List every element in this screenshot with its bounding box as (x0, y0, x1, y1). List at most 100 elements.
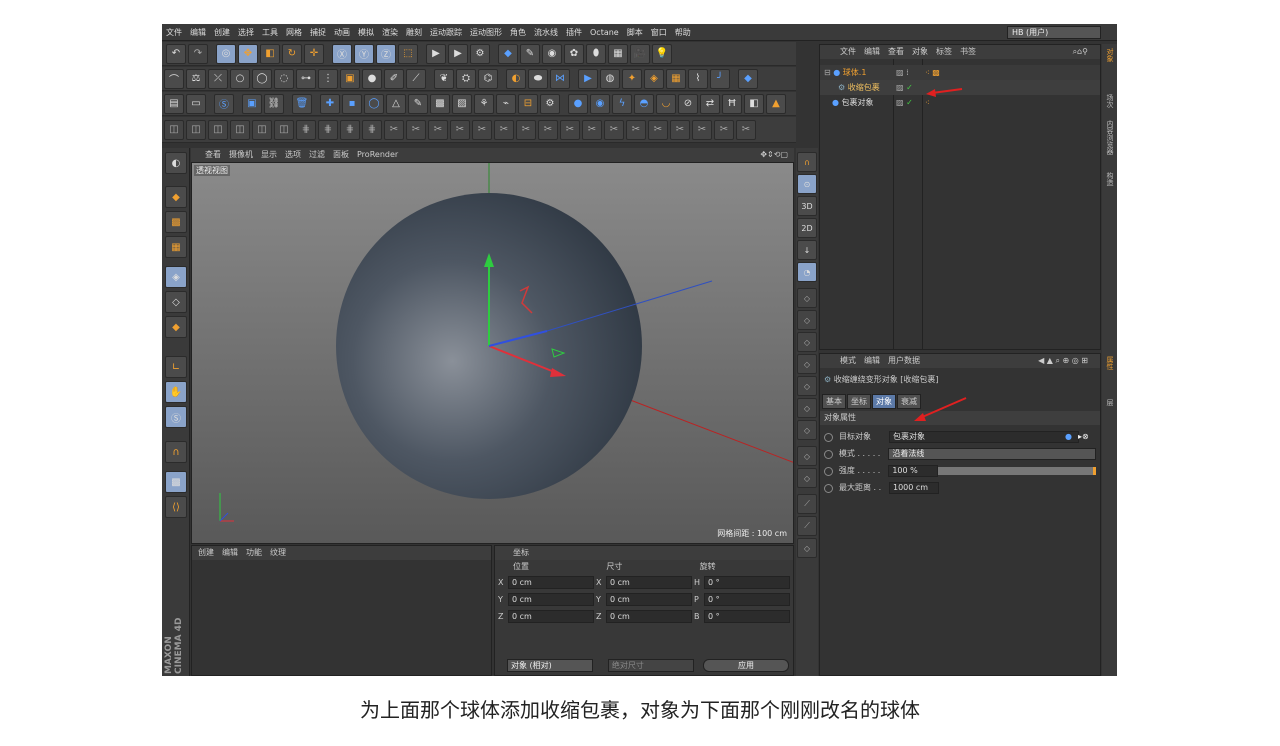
mesh-cube-a-icon[interactable]: ◫ (164, 119, 184, 140)
vp-menu-view[interactable]: 查看 (205, 150, 221, 159)
make-editable-icon[interactable]: ◐ (165, 152, 187, 174)
tube-icon[interactable]: ◌ (274, 68, 294, 89)
snap-guide-icon[interactable]: ⟋ (797, 494, 817, 514)
render-to-picture-viewer-icon[interactable]: ▶ (448, 43, 468, 64)
size-x-field[interactable]: 0 cm (606, 576, 692, 589)
key-icon[interactable]: ✦ (622, 68, 642, 89)
menu-snap[interactable]: 捕捉 (306, 24, 330, 41)
mesh-cube-c-icon[interactable]: ◫ (208, 119, 228, 140)
coordinate-system-icon[interactable]: ⬚ (398, 43, 418, 64)
position-y-field[interactable]: 0 cm (508, 593, 594, 606)
menu-create[interactable]: 创建 (210, 24, 234, 41)
menu-character[interactable]: 角色 (506, 24, 530, 41)
vp-menu-display[interactable]: 显示 (261, 150, 277, 159)
checker-cube-icon[interactable]: ▩ (430, 93, 450, 114)
size-mode-select[interactable]: 绝对尺寸 (607, 659, 694, 672)
knife-icon[interactable]: ⟋ (406, 68, 426, 89)
snap-magnet-icon[interactable]: ∩ (165, 441, 187, 463)
forbidden-icon[interactable]: ⊘ (678, 93, 698, 114)
om-menu-view[interactable]: 查看 (888, 47, 904, 56)
menu-motion-tracking[interactable]: 运动跟踪 (426, 24, 466, 41)
om-menu-file[interactable]: 文件 (840, 47, 856, 56)
target-icon[interactable]: ◉ (590, 93, 610, 114)
x-axis-lock-icon[interactable]: Ⓧ (332, 43, 352, 64)
mesh-grid-b-icon[interactable]: ⋕ (318, 119, 338, 140)
menu-mograph[interactable]: 运动图形 (466, 24, 506, 41)
snap-align-icon[interactable]: ↓ (797, 240, 817, 260)
animate-dot[interactable] (824, 449, 833, 459)
am-menu-mode[interactable]: 模式 (840, 356, 856, 365)
mesh-cube-b-icon[interactable]: ◫ (186, 119, 206, 140)
link-icon[interactable]: ⛓ (264, 93, 284, 114)
mesh-tool-c-icon[interactable]: ✂ (428, 119, 448, 140)
snap-grid-line-icon[interactable]: ◇ (797, 468, 817, 488)
menu-edit[interactable]: 编辑 (186, 24, 210, 41)
mode-select[interactable]: 沿着法线 (888, 448, 1096, 460)
torus-icon[interactable]: ○ (230, 68, 250, 89)
om-search-icons[interactable]: ⌕⌂⚲ (1073, 45, 1088, 59)
rotation-b-field[interactable]: 0 ° (704, 610, 790, 623)
mesh-tool-f-icon[interactable]: ✂ (494, 119, 514, 140)
spline-hook-icon[interactable]: ╯ (710, 68, 730, 89)
snap-box-icon[interactable]: ▪ (342, 93, 362, 114)
snap-polygon-icon[interactable]: ◇ (797, 332, 817, 352)
mesh-tool-b-icon[interactable]: ✂ (406, 119, 426, 140)
mesh-cube-d-icon[interactable]: ◫ (230, 119, 250, 140)
tweak-mode-icon[interactable]: ✋ (165, 381, 187, 403)
object-name[interactable]: 包裹对象 (842, 98, 874, 107)
coordinate-mode-select[interactable]: 对象 (相对) (507, 659, 593, 672)
object-row-wrap-object[interactable]: ● 包裹对象 ▨ ✓ ⁖ (820, 95, 1100, 110)
checker-plane-icon[interactable]: ▨ (452, 93, 472, 114)
vp-menu-options[interactable]: 选项 (285, 150, 301, 159)
object-name[interactable]: 球体.1 (843, 68, 867, 77)
vp-menu-prorender[interactable]: ProRender (357, 150, 398, 159)
menu-help[interactable]: 帮助 (671, 24, 695, 41)
deformer-icon[interactable]: ⬮ (586, 43, 606, 64)
weight-tool-icon[interactable]: ⚖ (186, 68, 206, 89)
mesh-tool-k-icon[interactable]: ✂ (604, 119, 624, 140)
size-z-field[interactable]: 0 cm (606, 610, 692, 623)
trash-icon[interactable]: 🗑 (292, 93, 312, 114)
menu-select[interactable]: 选择 (234, 24, 258, 41)
snap-workplane-icon[interactable]: ◇ (797, 420, 817, 440)
menu-script[interactable]: 脚本 (623, 24, 647, 41)
snap-spline-icon[interactable]: ◇ (797, 354, 817, 374)
mesh-tool-n-icon[interactable]: ✂ (670, 119, 690, 140)
position-z-field[interactable]: 0 cm (508, 610, 594, 623)
object-row-sphere-1[interactable]: ⊟ ● 球体.1 ▨ ⁞ ⁖ ▩ (820, 65, 1100, 80)
mesh-tool-q-icon[interactable]: ✂ (736, 119, 756, 140)
mesh-tool-o-icon[interactable]: ✂ (692, 119, 712, 140)
enable-snap-icon[interactable]: ⊙ (797, 174, 817, 194)
rotation-p-field[interactable]: 0 ° (704, 593, 790, 606)
vtab-attributes[interactable]: 属性 (1104, 356, 1115, 370)
snap-edge-icon[interactable]: ◇ (797, 310, 817, 330)
floor-icon[interactable]: ▦ (608, 43, 628, 64)
snap-add-icon[interactable]: ✚ (320, 93, 340, 114)
dynamics-icon[interactable]: ⛭ (456, 68, 476, 89)
polygon-pen-icon[interactable]: ✎ (408, 93, 428, 114)
solid-cube-icon[interactable]: ◆ (738, 68, 758, 89)
snap-axis-icon[interactable]: ◇ (797, 376, 817, 396)
animate-dot[interactable] (824, 466, 833, 476)
sky-icon[interactable]: ◓ (634, 93, 654, 114)
animate-dot[interactable] (824, 483, 833, 493)
box-select-icon[interactable]: ▣ (242, 93, 262, 114)
om-menu-bookmarks[interactable]: 书签 (960, 47, 976, 56)
strength-slider[interactable] (937, 467, 1097, 475)
hair-icon[interactable]: ⚘ (474, 93, 494, 114)
cloth-icon[interactable]: ⌬ (478, 68, 498, 89)
nodes-icon[interactable]: ⋈ (550, 68, 570, 89)
tab-falloff[interactable]: 衰减 (897, 394, 921, 409)
texture-icon[interactable]: ⬬ (528, 68, 548, 89)
snap-circle-icon[interactable]: ◯ (364, 93, 384, 114)
tab-basic[interactable]: 基本 (822, 394, 846, 409)
snap-vertex-icon[interactable]: ◇ (797, 288, 817, 308)
h-bar-icon[interactable]: Ħ (722, 93, 742, 114)
max-distance-field[interactable]: 1000 cm (889, 482, 939, 494)
paint-icon[interactable]: ❦ (434, 68, 454, 89)
om-menu-edit[interactable]: 编辑 (864, 47, 880, 56)
vp-menu-cameras[interactable]: 摄像机 (229, 150, 253, 159)
y-axis-lock-icon[interactable]: Ⓨ (354, 43, 374, 64)
picture-viewer-icon[interactable]: ▤ (164, 93, 184, 114)
render-settings-icon[interactable]: ⚙ (470, 43, 490, 64)
